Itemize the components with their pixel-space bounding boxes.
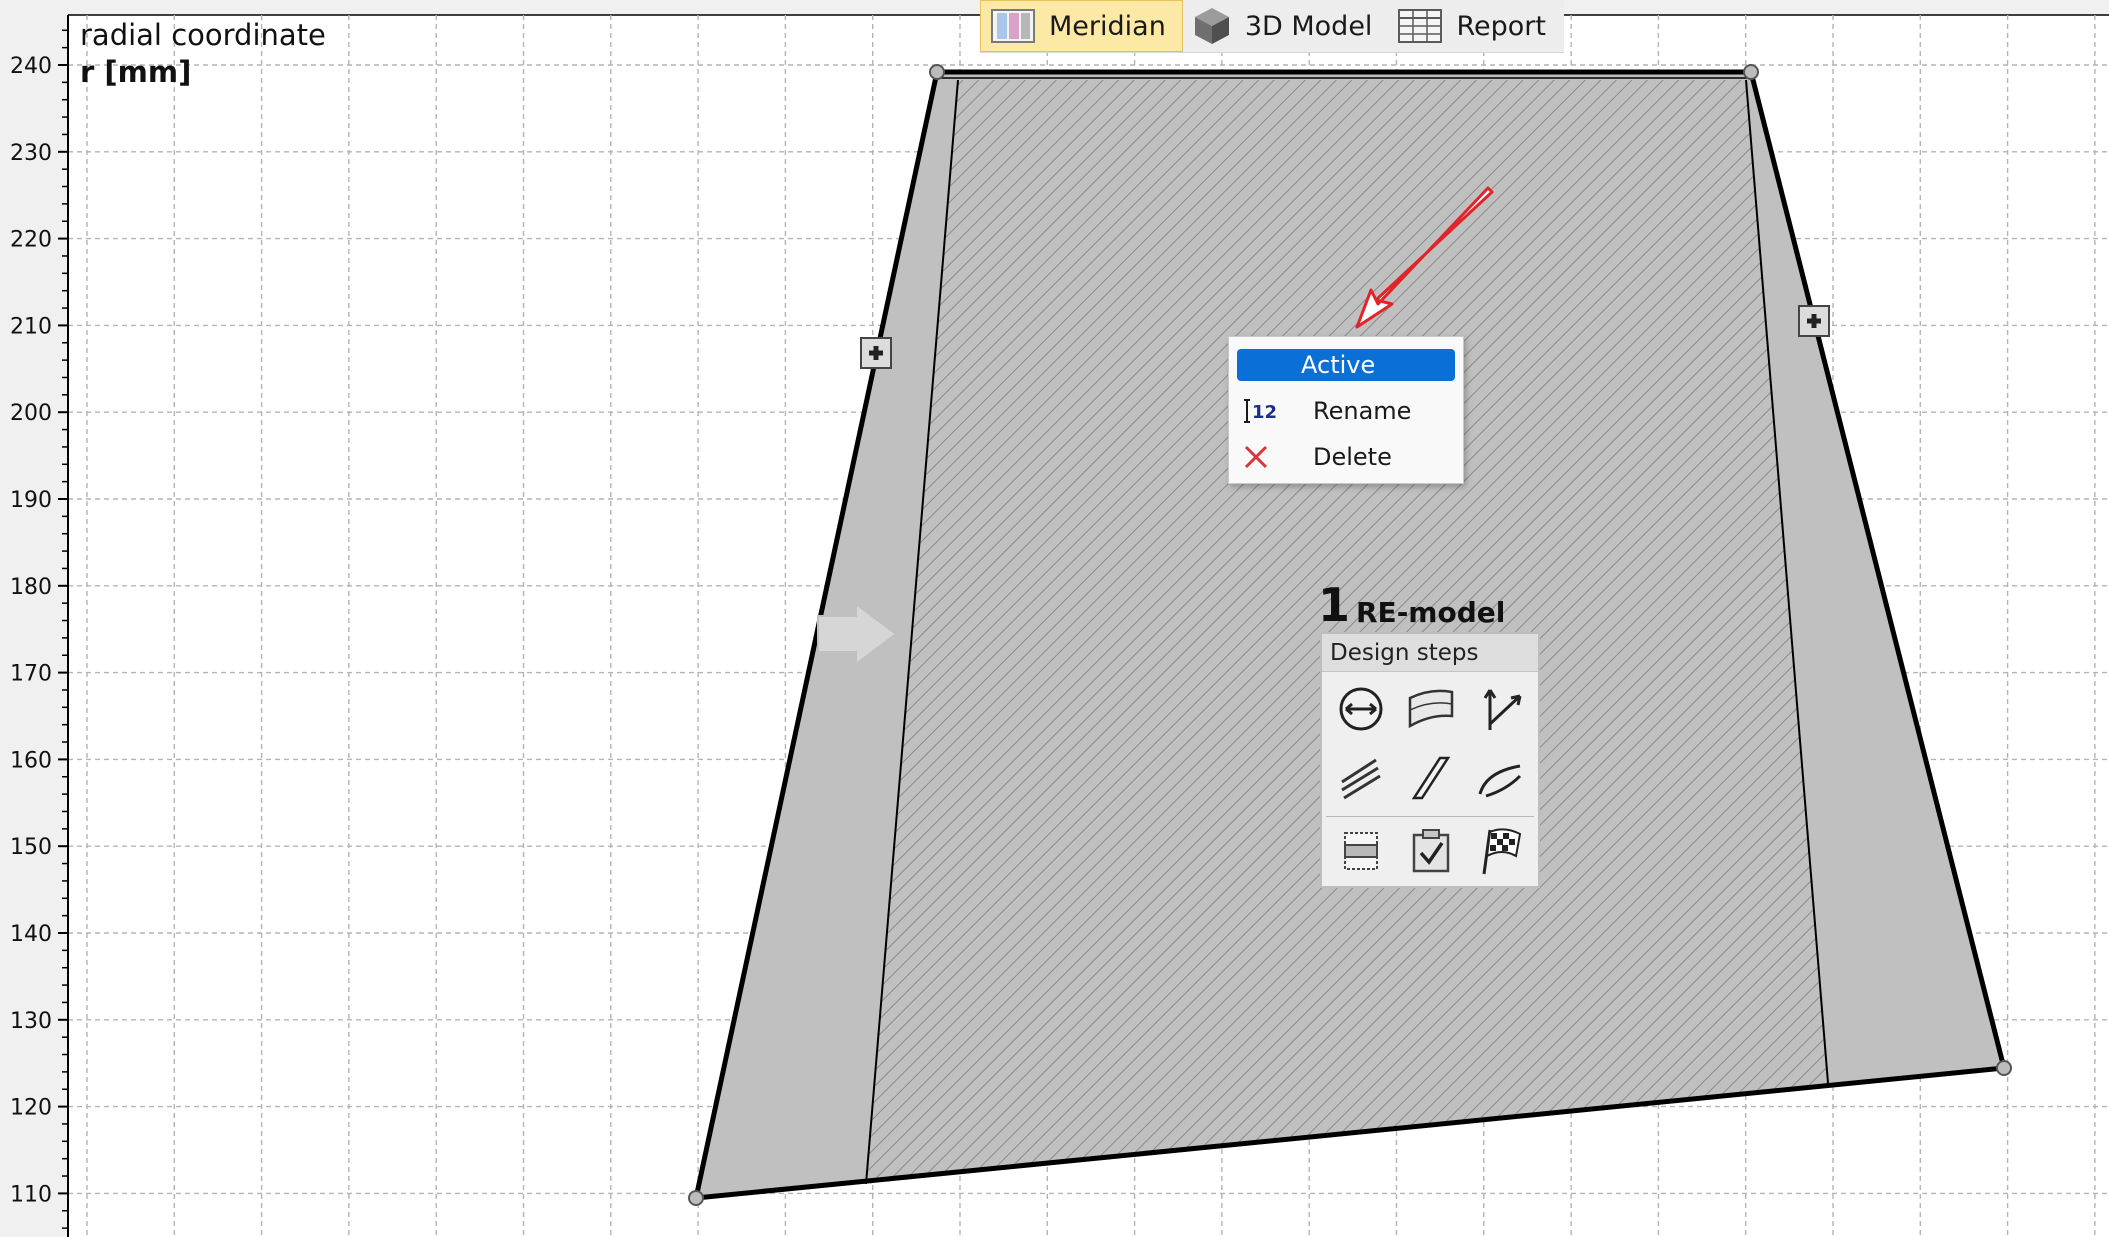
blade-edges-button[interactable] — [1472, 750, 1530, 808]
finish-flag-button[interactable] — [1472, 824, 1530, 882]
y-tick-label: 170 — [10, 662, 52, 687]
tab-3d-model[interactable]: 3D Model — [1183, 0, 1389, 52]
blade-lean-button[interactable] — [1332, 750, 1390, 808]
axis-label-radial-coordinate: radial coordinate — [80, 18, 326, 52]
y-tick-label: 190 — [10, 488, 52, 513]
finish-flag-icon — [1476, 826, 1526, 880]
blade-lean-icon — [1336, 752, 1386, 806]
y-tick-label: 210 — [10, 314, 52, 339]
model-name[interactable]: RE-model — [1356, 596, 1505, 629]
meridian-contour-button[interactable] — [1402, 682, 1460, 740]
tab-report-label: Report — [1456, 10, 1546, 42]
table-icon — [1398, 9, 1443, 43]
y-tick-label: 130 — [10, 1009, 52, 1034]
menu-item-rename-label: Rename — [1313, 397, 1412, 425]
blade-thickness-button[interactable] — [1402, 750, 1460, 808]
add-point-icon[interactable] — [860, 337, 892, 369]
design-steps-panel: Design steps — [1320, 632, 1540, 888]
blade-thickness-icon — [1406, 752, 1456, 806]
y-tick-label: 140 — [10, 922, 52, 947]
y-tick-label: 150 — [10, 835, 52, 860]
model-number: 1 — [1318, 578, 1351, 632]
control-point[interactable] — [1996, 1060, 2012, 1076]
view-tabs: Meridian 3D Model Report — [980, 0, 1564, 53]
meridian-plot[interactable]: 240 230 220 210 200 190 180 170 160 150 140 130 120 1… — [0, 0, 2109, 1237]
blade-angles-button[interactable] — [1472, 682, 1530, 740]
add-point-icon[interactable] — [1798, 305, 1830, 337]
control-point[interactable] — [929, 64, 945, 80]
meridian-icon — [991, 9, 1035, 43]
cube-icon — [1193, 6, 1231, 46]
main-dimensions-button[interactable] — [1332, 682, 1390, 740]
main-dimensions-icon — [1337, 685, 1385, 737]
blade-edges-icon — [1476, 752, 1526, 806]
check-button[interactable] — [1402, 824, 1460, 882]
y-axis-major-ticks — [58, 64, 68, 1195]
menu-item-delete[interactable]: Delete — [1237, 441, 1455, 473]
rename-icon: 12 — [1241, 397, 1277, 425]
blade-angles-icon — [1476, 684, 1526, 738]
delete-icon — [1241, 443, 1271, 471]
tab-meridian-label: Meridian — [1049, 10, 1166, 42]
meridian-view[interactable]: 240 230 220 210 200 190 180 170 160 150 140 130 120 1… — [0, 0, 2109, 1237]
y-tick-label: 120 — [10, 1096, 52, 1121]
menu-item-active[interactable]: Active — [1237, 349, 1455, 381]
y-axis-tick-labels: 240 230 220 210 200 190 180 170 160 150 140 130 120 1… — [10, 54, 52, 1207]
menu-item-active-label: Active — [1301, 351, 1376, 379]
layout-icon — [1341, 829, 1381, 877]
control-point[interactable] — [688, 1190, 704, 1206]
menu-item-rename[interactable]: 12 Rename — [1237, 395, 1455, 427]
tab-meridian[interactable]: Meridian — [980, 0, 1183, 52]
y-tick-label: 230 — [10, 141, 52, 166]
y-tick-label: 240 — [10, 54, 52, 79]
layout-button[interactable] — [1332, 824, 1390, 882]
y-tick-label: 110 — [10, 1182, 52, 1207]
axis-label-unit: r [mm] — [80, 55, 192, 89]
design-steps-title: Design steps — [1322, 634, 1538, 672]
svg-text:12: 12 — [1252, 402, 1277, 423]
y-tick-label: 160 — [10, 748, 52, 773]
panel-divider — [1326, 816, 1534, 817]
y-tick-label: 200 — [10, 401, 52, 426]
tab-3d-model-label: 3D Model — [1244, 10, 1373, 42]
context-menu: Active 12 Rename Delete — [1228, 336, 1464, 484]
meridian-contour-icon — [1406, 686, 1456, 736]
control-point[interactable] — [1743, 64, 1759, 80]
tab-report[interactable]: Report — [1388, 0, 1562, 52]
check-icon — [1409, 827, 1453, 879]
y-tick-label: 180 — [10, 575, 52, 600]
menu-item-delete-label: Delete — [1313, 443, 1392, 471]
y-tick-label: 220 — [10, 228, 52, 253]
